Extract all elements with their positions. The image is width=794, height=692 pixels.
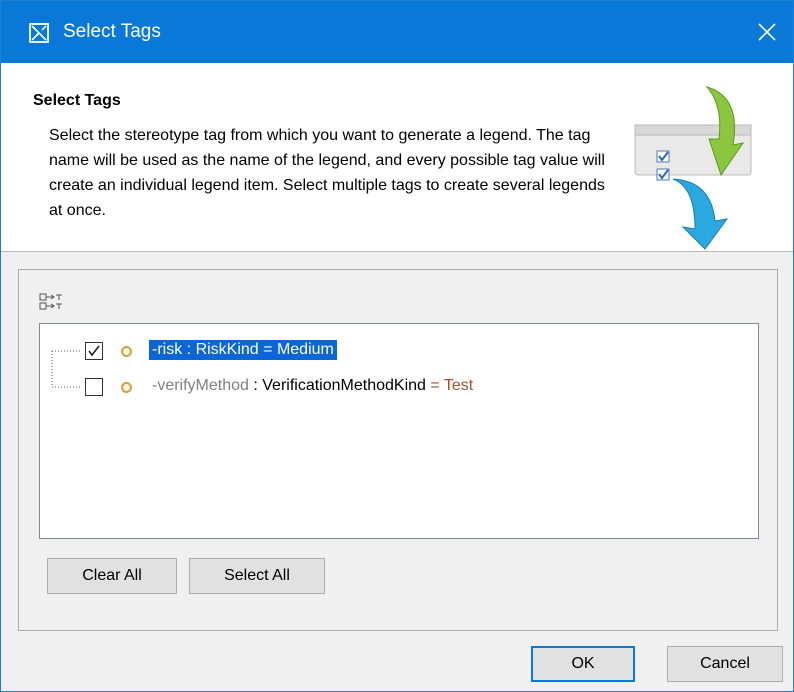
tag-prefix: -risk (152, 341, 183, 358)
checkmark-icon (88, 345, 100, 357)
tag-value: Test (443, 377, 474, 394)
header-description: Select the stereotype tag from which you… (49, 127, 605, 219)
tag-sep: : (182, 341, 196, 358)
window-title: Select Tags (63, 21, 161, 42)
close-icon (758, 23, 776, 41)
tag-label-verifymethod[interactable]: -verifyMethod : VerificationMethodKind =… (152, 377, 473, 395)
expand-toggle-icon[interactable] (39, 292, 65, 312)
tag-tree[interactable]: -risk : RiskKind = Medium -verifyMethod … (39, 323, 759, 539)
tag-sep: : (248, 377, 263, 394)
close-button[interactable] (741, 1, 793, 63)
tag-bullet-icon (121, 382, 132, 393)
tag-prefix: -verifyMethod (152, 377, 249, 394)
select-tags-illustration-icon (634, 86, 752, 250)
tags-panel: -risk : RiskKind = Medium -verifyMethod … (18, 269, 778, 631)
tag-eq: = (258, 341, 277, 358)
clear-all-button[interactable]: Clear All (47, 558, 177, 594)
select-tags-dialog: Select Tags Select Tags Select the stere… (0, 0, 794, 692)
tag-value: Medium (276, 341, 334, 358)
ok-button[interactable]: OK (531, 646, 635, 682)
select-all-button[interactable]: Select All (189, 558, 325, 594)
tag-type: RiskKind (195, 341, 259, 358)
dialog-header: Select Tags Select the stereotype tag fr… (1, 63, 793, 252)
verifymethod-checkbox[interactable] (85, 378, 103, 396)
title-bar[interactable]: Select Tags (1, 1, 793, 63)
tag-label-risk[interactable]: -risk : RiskKind = Medium (149, 340, 337, 360)
app-icon (29, 23, 49, 43)
tag-type: VerificationMethodKind (262, 377, 426, 394)
tag-bullet-icon (121, 346, 132, 357)
tag-eq: = (425, 377, 444, 394)
risk-checkbox[interactable] (85, 342, 103, 360)
header-title: Select Tags (33, 92, 121, 109)
cancel-button[interactable]: Cancel (667, 646, 783, 682)
